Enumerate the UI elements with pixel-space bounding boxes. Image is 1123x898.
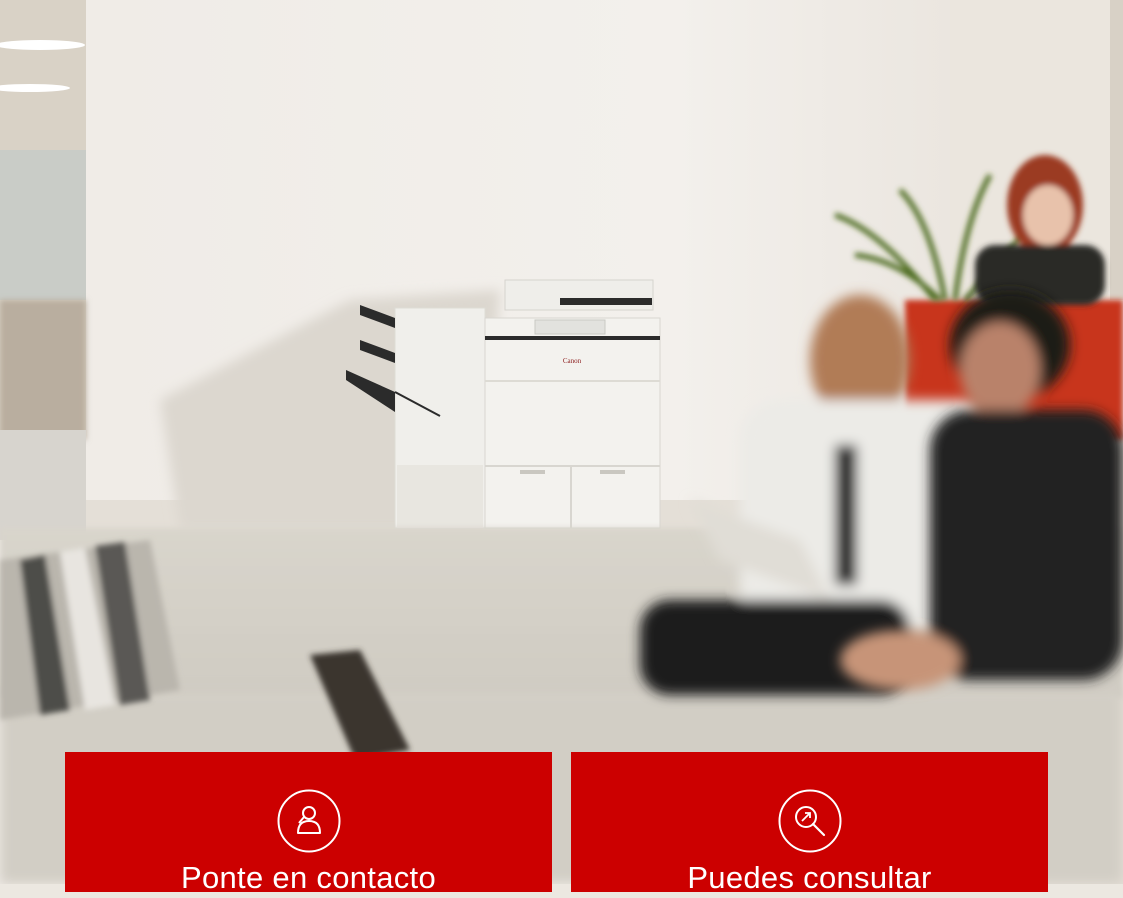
contact-cta-card[interactable]: Ponte en contacto <box>65 752 552 895</box>
printer-brand-text: Canon <box>563 357 582 365</box>
search-explore-icon <box>778 789 842 853</box>
explore-cta-label: Puedes consultar <box>687 860 932 895</box>
contact-person-icon <box>277 789 341 853</box>
explore-cta-card[interactable]: Puedes consultar <box>571 752 1048 895</box>
contact-cta-label: Ponte en contacto <box>180 860 436 895</box>
